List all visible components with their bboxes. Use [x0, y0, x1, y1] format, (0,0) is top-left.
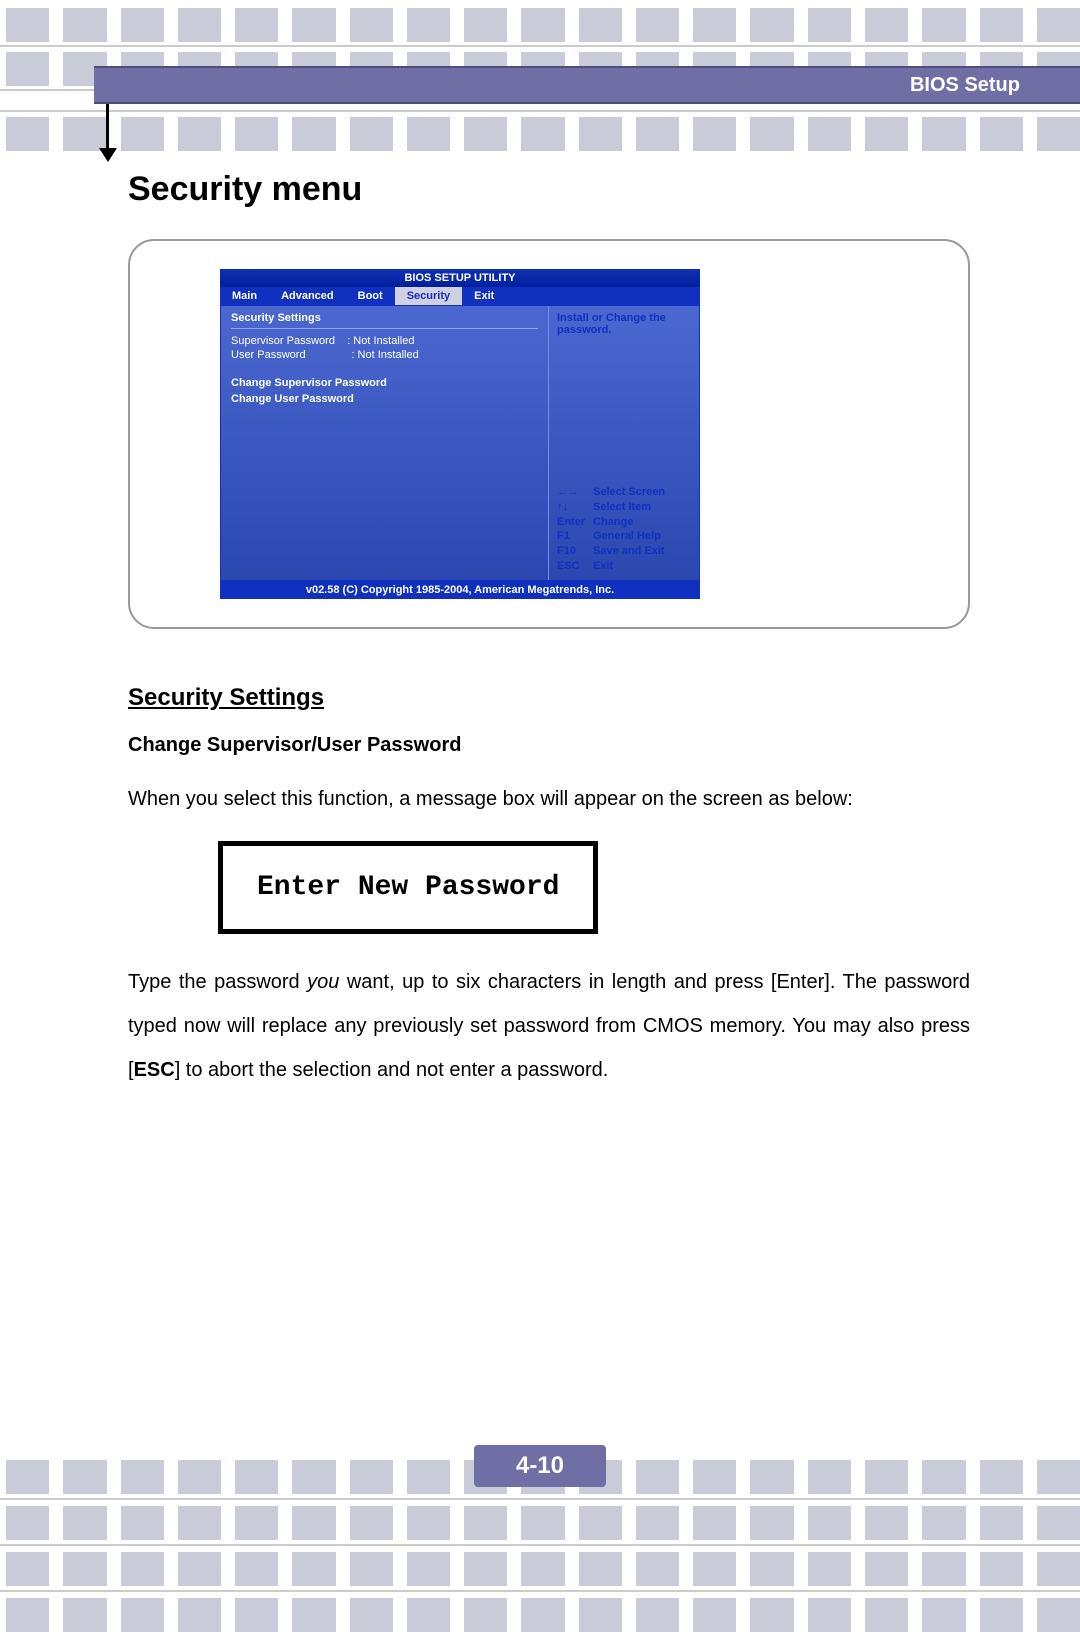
deco-line — [0, 110, 1080, 112]
para2-a: Type the password — [128, 971, 307, 993]
deco-line — [0, 1498, 1080, 1500]
key-f10-desc: Save and Exit — [593, 545, 665, 557]
para2-em: you — [307, 971, 339, 993]
deco-row-top-3 — [0, 117, 1080, 151]
key-esc-desc: Exit — [593, 560, 613, 572]
supervisor-value: : Not Installed — [347, 335, 414, 347]
key-lr-desc: Select Screen — [593, 486, 665, 498]
tab-boot[interactable]: Boot — [346, 287, 395, 305]
user-label: User Password — [231, 349, 306, 361]
password-prompt-box: Enter New Password — [218, 841, 598, 934]
key-esc: ESC — [557, 559, 593, 574]
change-user-password[interactable]: Change User Password — [231, 393, 538, 405]
user-value: : Not Installed — [351, 349, 418, 361]
deco-row-bottom-3 — [0, 1552, 1080, 1586]
header-bar: BIOS Setup — [94, 66, 1080, 104]
arrow-vertical — [106, 104, 109, 152]
key-ud-desc: Select Item — [593, 501, 651, 513]
paragraph-1: When you select this function, a message… — [128, 777, 970, 821]
bios-left-pane: Security Settings Supervisor Password : … — [221, 306, 549, 580]
key-lr: ←→ — [557, 485, 593, 500]
para2-c: ] to abort the selection and not enter a… — [175, 1059, 609, 1081]
bios-screen: BIOS SETUP UTILITY Main Advanced Boot Se… — [220, 269, 700, 599]
bios-right-pane: Install or Change the password. ←→Select… — [549, 306, 699, 580]
tab-exit[interactable]: Exit — [462, 287, 506, 305]
deco-line — [0, 1590, 1080, 1592]
bios-tabs: Main Advanced Boot Security Exit — [220, 287, 700, 305]
bios-footer: v02.58 (C) Copyright 1985-2004, American… — [220, 581, 700, 599]
key-enter-desc: Change — [593, 516, 633, 528]
password-box-wrap: Enter New Password — [128, 841, 970, 934]
help-line1: Install or Change the — [557, 312, 691, 324]
bios-utility-title: BIOS SETUP UTILITY — [220, 269, 700, 287]
key-f10: F10 — [557, 544, 593, 559]
tab-main[interactable]: Main — [220, 287, 269, 305]
bios-heading: Security Settings — [231, 312, 538, 329]
deco-line — [0, 1544, 1080, 1546]
user-row: User Password : Not Installed — [231, 349, 538, 361]
deco-row-bottom-2 — [0, 1506, 1080, 1540]
deco-row-bottom-4 — [0, 1598, 1080, 1632]
help-line2: password. — [557, 324, 691, 336]
para2-esc: ESC — [134, 1059, 175, 1081]
supervisor-row: Supervisor Password : Not Installed — [231, 335, 538, 347]
page-number-badge: 4-10 — [474, 1445, 606, 1487]
section-title: Security menu — [128, 170, 970, 209]
bios-help-text: Install or Change the password. — [557, 312, 691, 336]
key-ud: ↑↓ — [557, 500, 593, 515]
key-f1-desc: General Help — [593, 530, 661, 542]
bios-panel: BIOS SETUP UTILITY Main Advanced Boot Se… — [128, 239, 970, 629]
header-title: BIOS Setup — [910, 74, 1020, 97]
paragraph-2: Type the password you want, up to six ch… — [128, 960, 970, 1092]
tab-advanced[interactable]: Advanced — [269, 287, 346, 305]
deco-line — [0, 45, 1080, 47]
key-enter: Enter — [557, 515, 593, 530]
bios-body: Security Settings Supervisor Password : … — [220, 305, 700, 581]
bios-key-legend: ←→Select Screen ↑↓Select Item EnterChang… — [557, 485, 691, 574]
arrow-down-icon — [99, 148, 117, 162]
change-supervisor-password[interactable]: Change Supervisor Password — [231, 377, 538, 389]
supervisor-label: Supervisor Password — [231, 335, 335, 347]
subsubsection-title: Change Supervisor/User Password — [128, 734, 970, 757]
key-f1: F1 — [557, 529, 593, 544]
subsection-title: Security Settings — [128, 684, 970, 712]
deco-row-top-1 — [0, 8, 1080, 42]
main-content: Security menu BIOS SETUP UTILITY Main Ad… — [128, 170, 970, 1102]
tab-security[interactable]: Security — [395, 287, 462, 305]
